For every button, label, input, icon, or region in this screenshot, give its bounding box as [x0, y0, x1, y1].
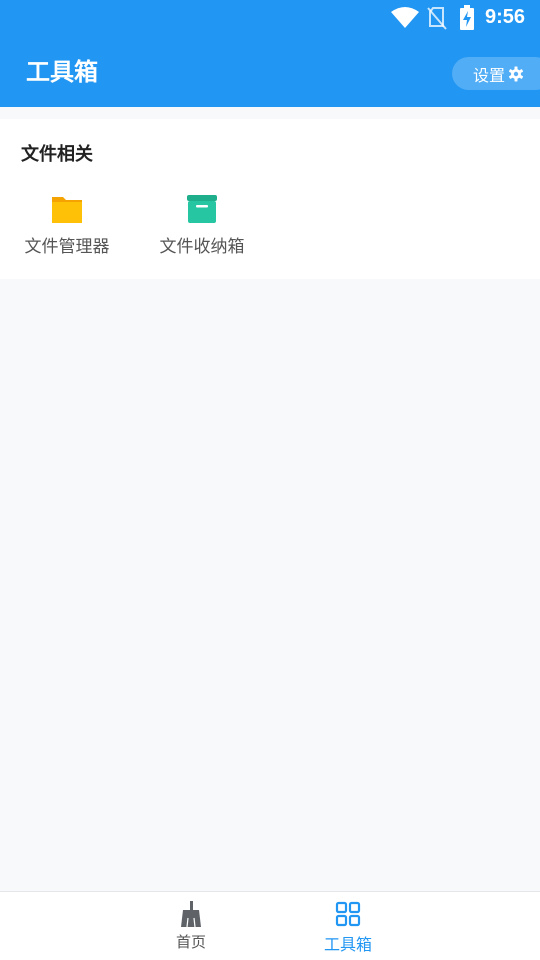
archive-box-icon	[187, 195, 217, 223]
settings-button[interactable]: 设置	[452, 57, 540, 90]
grid-icon	[335, 901, 361, 927]
file-archive-tool[interactable]: 文件收纳箱	[147, 192, 257, 257]
battery-charging-icon	[460, 5, 474, 30]
header: 9:56 工具箱 设置	[0, 0, 540, 107]
status-bar: 9:56	[0, 0, 540, 36]
file-manager-tool[interactable]: 文件管理器	[12, 192, 122, 257]
gear-icon	[508, 66, 524, 82]
section-title: 文件相关	[21, 144, 93, 165]
file-tools-card: 文件相关 文件管理器 文件收纳箱	[0, 119, 540, 279]
wifi-icon	[391, 7, 419, 28]
nav-item-toolbox-label: 工具箱	[323, 935, 372, 954]
nav-item-toolbox[interactable]: 工具箱	[308, 900, 388, 955]
no-sim-icon	[427, 7, 447, 30]
bottom-nav: 首页 工具箱	[0, 891, 540, 960]
nav-item-home[interactable]: 首页	[151, 900, 231, 952]
page-title: 工具箱	[26, 58, 98, 86]
file-manager-label: 文件管理器	[24, 237, 110, 257]
settings-button-label: 设置	[473, 65, 506, 85]
nav-item-home-label: 首页	[175, 933, 206, 951]
folder-icon	[52, 197, 82, 223]
status-time: 9:56	[485, 6, 526, 28]
file-archive-label: 文件收纳箱	[159, 237, 245, 257]
broom-icon	[181, 901, 201, 928]
